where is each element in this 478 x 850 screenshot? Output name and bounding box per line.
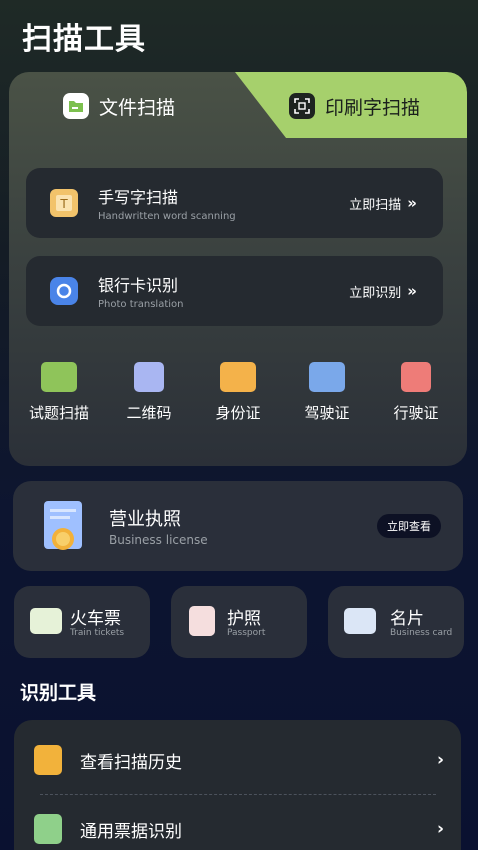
chevron-right-icon: › xyxy=(436,750,444,770)
license-subtitle: Business license xyxy=(109,533,208,547)
card-title: 护照 xyxy=(227,609,261,629)
row-title: 手写字扫描 xyxy=(98,188,179,207)
vehicle-license-icon xyxy=(401,362,431,392)
double-chevron-icon: » xyxy=(407,194,417,212)
shortcut-label: 驾驶证 xyxy=(304,404,350,422)
folder-icon xyxy=(63,93,89,119)
id-card-icon xyxy=(220,362,256,392)
passport-icon xyxy=(189,606,215,636)
page-title: 扫描工具 xyxy=(22,22,146,57)
shortcut-id-card[interactable]: 身份证 xyxy=(198,362,278,423)
history-icon xyxy=(34,745,62,775)
scan-history-item[interactable]: 查看扫描历史 › xyxy=(34,735,444,785)
business-license-card[interactable]: 营业执照 Business license 立即查看 xyxy=(13,481,463,571)
row-title: 银行卡识别 xyxy=(98,276,179,295)
qrcode-icon xyxy=(134,362,164,392)
card-title: 火车票 xyxy=(70,609,121,629)
bank-card-icon xyxy=(50,277,78,305)
driver-license-icon xyxy=(309,362,345,392)
svg-text:T: T xyxy=(59,197,68,211)
license-title: 营业执照 xyxy=(109,509,181,530)
card-title: 名片 xyxy=(390,609,424,629)
scan-now-button[interactable]: 立即扫描 » xyxy=(349,194,417,213)
shortcut-qrcode[interactable]: 二维码 xyxy=(109,362,189,423)
chevron-right-icon: › xyxy=(436,819,444,839)
row-subtitle: Handwritten word scanning xyxy=(98,211,236,222)
scan-frame-icon xyxy=(289,93,315,119)
tool-label: 查看扫描历史 xyxy=(80,752,182,773)
shortcut-vehicle-license[interactable]: 行驶证 xyxy=(376,362,456,423)
tools-card: 查看扫描历史 › 通用票据识别 › xyxy=(14,720,461,850)
card-subtitle: Business card xyxy=(390,628,453,638)
exam-scan-icon xyxy=(41,362,77,392)
shortcut-driver-license[interactable]: 驾驶证 xyxy=(287,362,367,423)
receipt-recognition-item[interactable]: 通用票据识别 › xyxy=(34,804,444,850)
shortcut-label: 二维码 xyxy=(126,404,172,422)
passport-card[interactable]: 护照 Passport xyxy=(171,586,307,658)
shortcut-label: 行驶证 xyxy=(393,404,439,422)
train-ticket-icon xyxy=(30,608,62,634)
tool-label: 通用票据识别 xyxy=(80,821,182,842)
business-license-icon xyxy=(40,499,86,555)
scan-panel: 文件扫描 印刷字扫描 T 手写字扫描 Handwritten word scan… xyxy=(9,72,467,466)
row-subtitle: Photo translation xyxy=(98,299,184,310)
shortcut-label: 试题扫描 xyxy=(28,404,89,422)
scan-now-label: 立即扫描 xyxy=(349,197,402,213)
tab-file-scan-label: 文件扫描 xyxy=(99,96,176,119)
bank-card-row[interactable]: 银行卡识别 Photo translation 立即识别 » xyxy=(26,256,443,326)
business-card-card[interactable]: 名片 Business card xyxy=(328,586,464,658)
receipt-icon xyxy=(34,814,62,844)
recognize-now-button[interactable]: 立即识别 » xyxy=(349,282,417,301)
tab-print-scan[interactable]: 印刷字扫描 xyxy=(289,90,420,122)
divider xyxy=(40,794,436,795)
handwriting-icon: T xyxy=(50,189,78,217)
handwriting-scan-row[interactable]: T 手写字扫描 Handwritten word scanning 立即扫描 » xyxy=(26,168,443,238)
tab-file-scan[interactable]: 文件扫描 xyxy=(63,90,175,122)
view-now-button[interactable]: 立即查看 xyxy=(377,514,441,538)
card-subtitle: Passport xyxy=(227,628,266,638)
double-chevron-icon: » xyxy=(407,282,417,300)
shortcut-label: 身份证 xyxy=(215,404,261,422)
card-subtitle: Train tickets xyxy=(70,628,125,638)
business-card-icon xyxy=(344,608,376,634)
recognize-now-label: 立即识别 xyxy=(349,285,402,301)
shortcut-exam-scan[interactable]: 试题扫描 xyxy=(19,362,99,423)
tools-section-title: 识别工具 xyxy=(20,682,97,704)
tab-print-scan-label: 印刷字扫描 xyxy=(325,96,421,119)
train-ticket-card[interactable]: 火车票 Train tickets xyxy=(14,586,150,658)
